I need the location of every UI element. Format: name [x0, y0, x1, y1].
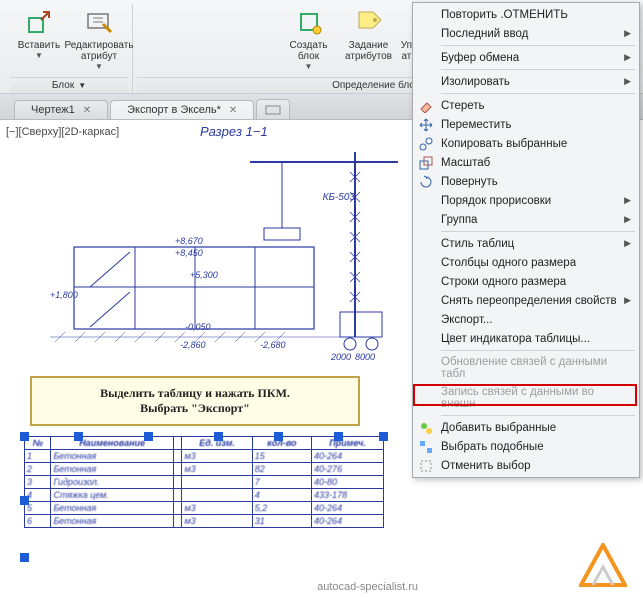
menu-select-similar[interactable]: Выбрать подобные — [413, 437, 639, 456]
menu-last-input[interactable]: Последний ввод▶ — [413, 24, 639, 43]
selection-grip[interactable] — [74, 432, 83, 441]
create-block-icon — [293, 6, 325, 38]
insert-button[interactable]: Вставить ▼ — [10, 4, 68, 73]
site-logo — [579, 543, 627, 587]
menu-remove-overrides[interactable]: Снять переопределения свойств▶ — [413, 291, 639, 310]
menu-write-links: Запись связей с данными во внешн — [413, 383, 639, 413]
chevron-down-icon: ▼ — [95, 62, 103, 71]
set-attributes-button[interactable]: Задание атрибутов — [340, 4, 398, 73]
menu-draw-order[interactable]: Порядок прорисовки▶ — [413, 191, 639, 210]
view-controls-label[interactable]: [−][Сверху][2D-каркас] — [6, 126, 119, 138]
menu-group[interactable]: Группа▶ — [413, 210, 639, 229]
insert-icon — [23, 6, 55, 38]
scale-icon — [417, 155, 435, 171]
menu-table-style[interactable]: Стиль таблиц▶ — [413, 234, 639, 253]
set-attributes-label: Задание атрибутов — [342, 40, 396, 62]
menu-indicator-color[interactable]: Цвет индикатора таблицы... — [413, 329, 639, 348]
edit-attribute-label: Редактировать атрибут — [64, 40, 133, 62]
erase-icon — [417, 98, 435, 114]
selected-table[interactable]: №НаименованиеЕд. изм.кол-воПримеч.1Бетон… — [24, 436, 384, 576]
selection-grip[interactable] — [334, 432, 343, 441]
menu-add-selected[interactable]: Добавить выбранные — [413, 418, 639, 437]
menu-move[interactable]: Переместить — [413, 115, 639, 134]
menu-erase[interactable]: Стереть — [413, 96, 639, 115]
menu-update-links: Обновление связей с данными табл — [413, 353, 639, 383]
plus-tab-icon — [265, 105, 281, 115]
deselect-icon — [417, 458, 435, 474]
menu-separator — [441, 415, 635, 416]
crane-label: КБ-503 — [323, 192, 355, 203]
create-block-label: Создать блок — [282, 40, 336, 62]
chevron-down-icon: ▼ — [35, 51, 43, 60]
menu-rows-equal[interactable]: Строки одного размера — [413, 272, 639, 291]
watermark: autocad-specialist.ru — [317, 581, 418, 593]
selection-grip[interactable] — [144, 432, 153, 441]
menu-separator — [441, 93, 635, 94]
submenu-arrow-icon: ▶ — [624, 238, 631, 249]
menu-cols-equal[interactable]: Столбцы одного размера — [413, 253, 639, 272]
menu-separator — [441, 231, 635, 232]
rotate-icon — [417, 174, 435, 190]
instruction-tooltip: Выделить таблицу и нажать ПКМ. Выбрать "… — [30, 376, 360, 426]
selection-grip[interactable] — [379, 432, 388, 441]
close-icon[interactable]: ✕ — [83, 105, 91, 116]
insert-label: Вставить — [18, 40, 60, 51]
selection-grip[interactable] — [20, 432, 29, 441]
edit-attribute-icon — [83, 6, 115, 38]
ribbon-group-title-block[interactable]: Блок ▼ — [10, 77, 128, 93]
elevation-label: +1,800 — [50, 290, 78, 300]
copy-icon — [417, 136, 435, 152]
menu-isolate[interactable]: Изолировать▶ — [413, 72, 639, 91]
chevron-down-icon: ▼ — [78, 81, 86, 90]
elevation-label: +5,300 — [190, 270, 218, 280]
selection-grip[interactable] — [20, 553, 29, 562]
new-tab-button[interactable] — [256, 99, 290, 119]
menu-separator — [441, 45, 635, 46]
ribbon-group-block: Вставить ▼ Редактировать атрибут ▼ Блок … — [6, 4, 133, 93]
elevation-label: +8,670 — [175, 236, 203, 246]
select-similar-icon — [417, 439, 435, 455]
elevation-label: -0,050 — [185, 322, 211, 332]
specification-table[interactable]: №НаименованиеЕд. изм.кол-воПримеч.1Бетон… — [24, 436, 384, 528]
menu-deselect[interactable]: Отменить выбор — [413, 456, 639, 475]
submenu-arrow-icon: ▶ — [624, 28, 631, 39]
submenu-arrow-icon: ▶ — [624, 295, 631, 306]
menu-separator — [441, 350, 635, 351]
selection-grip[interactable] — [274, 432, 283, 441]
create-block-button[interactable]: Создать блок ▼ — [280, 4, 338, 73]
move-icon — [417, 117, 435, 133]
submenu-arrow-icon: ▶ — [624, 214, 631, 225]
tab-drawing1[interactable]: Чертеж1 ✕ — [14, 100, 108, 119]
add-selected-icon — [417, 420, 435, 436]
menu-copy-selected[interactable]: Копировать выбранные — [413, 134, 639, 153]
elevation-label: -2,860 — [180, 340, 206, 350]
tag-icon — [353, 6, 385, 38]
chevron-down-icon: ▼ — [305, 62, 313, 71]
menu-export[interactable]: Экспорт... — [413, 310, 639, 329]
menu-scale[interactable]: Масштаб — [413, 153, 639, 172]
dimension-labels: 2000 8000 — [331, 352, 375, 362]
submenu-arrow-icon: ▶ — [624, 195, 631, 206]
elevation-label: +8,450 — [175, 248, 203, 258]
menu-repeat[interactable]: Повторить .ОТМЕНИТЬ — [413, 5, 639, 24]
menu-clipboard[interactable]: Буфер обмена▶ — [413, 48, 639, 67]
section-title: Разрез 1−1 — [200, 124, 268, 139]
edit-attribute-button[interactable]: Редактировать атрибут ▼ — [70, 4, 128, 73]
context-menu: Повторить .ОТМЕНИТЬ Последний ввод▶ Буфе… — [412, 2, 640, 478]
drawing-content: КБ-503 +8,670 +8,450 +5,300 +1,800 -0,05… — [20, 142, 400, 362]
menu-separator — [441, 69, 635, 70]
selection-grip[interactable] — [20, 496, 29, 505]
submenu-arrow-icon: ▶ — [624, 76, 631, 87]
close-icon[interactable]: ✕ — [229, 105, 237, 116]
menu-rotate[interactable]: Повернуть — [413, 172, 639, 191]
selection-grip[interactable] — [214, 432, 223, 441]
submenu-arrow-icon: ▶ — [624, 52, 631, 63]
tab-export-excel[interactable]: Экспорт в Эксель* ✕ — [110, 100, 254, 119]
elevation-label: -2,680 — [260, 340, 286, 350]
